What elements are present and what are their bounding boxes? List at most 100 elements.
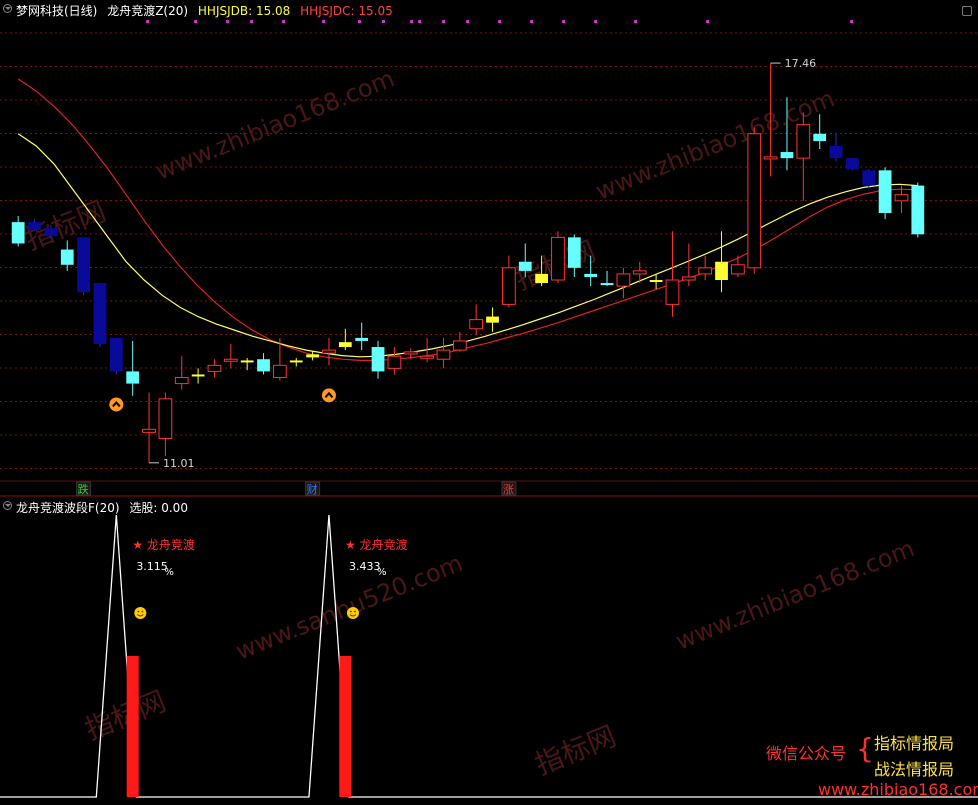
candle-body bbox=[420, 355, 434, 359]
price-min-label: 11.01 bbox=[163, 457, 195, 470]
candle bbox=[829, 133, 843, 162]
signal-unit: % bbox=[164, 567, 174, 578]
candle-body bbox=[223, 358, 238, 362]
stock-title: 梦网科技(日线) bbox=[16, 4, 98, 18]
candle bbox=[109, 337, 123, 375]
candle-body bbox=[846, 158, 859, 170]
top-dot bbox=[250, 20, 253, 23]
wechat-label: 微信公众号 bbox=[766, 744, 847, 763]
candle bbox=[142, 392, 156, 463]
brace-glyph: { bbox=[856, 732, 874, 765]
candle bbox=[486, 307, 499, 332]
candle-body bbox=[698, 267, 713, 275]
candle-body bbox=[911, 185, 925, 235]
candle bbox=[207, 359, 222, 378]
sub-header: 龙舟竞渡波段F(20) 选股: 0.00 bbox=[16, 499, 194, 516]
top-dot bbox=[706, 20, 709, 23]
candle bbox=[174, 356, 189, 390]
candle-body bbox=[535, 273, 548, 284]
smiley-eye bbox=[141, 610, 144, 613]
candle bbox=[257, 353, 270, 375]
candle-body bbox=[486, 316, 499, 323]
candle-body bbox=[813, 133, 827, 142]
candle-body bbox=[518, 261, 532, 271]
watermark-text: 指标网 bbox=[530, 719, 620, 781]
candle bbox=[715, 231, 728, 293]
candle-body bbox=[649, 280, 663, 283]
collapse-sub-icon[interactable] bbox=[3, 501, 12, 510]
signal-unit: % bbox=[377, 567, 387, 578]
top-dot bbox=[382, 20, 385, 23]
top-dot bbox=[594, 20, 597, 23]
candle-body bbox=[681, 276, 696, 281]
candle-body bbox=[142, 428, 156, 433]
candle-body bbox=[257, 359, 270, 372]
candle bbox=[223, 343, 238, 369]
candle-body bbox=[780, 152, 794, 159]
ma-yellow-line bbox=[17, 133, 918, 358]
top-dot bbox=[282, 20, 285, 23]
candle bbox=[338, 328, 352, 351]
candle bbox=[731, 255, 745, 277]
candle bbox=[191, 368, 205, 384]
candle bbox=[355, 322, 369, 351]
signal-label: ★ 龙舟竞渡 bbox=[132, 537, 195, 552]
indicator-name: 龙舟竞渡Z(20) bbox=[107, 4, 189, 18]
candle-body bbox=[452, 340, 467, 351]
top-dot bbox=[322, 20, 325, 23]
candle-body bbox=[763, 156, 778, 160]
candle-body bbox=[747, 133, 762, 269]
candle-body bbox=[469, 319, 484, 330]
top-dot bbox=[850, 20, 853, 23]
candle-body bbox=[60, 249, 74, 265]
candle bbox=[796, 112, 811, 201]
candle bbox=[698, 255, 713, 281]
top-dot bbox=[498, 20, 501, 23]
candle-body bbox=[126, 371, 140, 384]
top-dot bbox=[410, 20, 413, 23]
smiley-eye bbox=[137, 610, 140, 613]
watermark-text: 指标网 bbox=[80, 684, 170, 746]
candle-body bbox=[632, 270, 647, 275]
candle-body bbox=[731, 264, 745, 275]
candle bbox=[387, 347, 402, 375]
candle-body bbox=[665, 279, 680, 305]
chart-stage[interactable]: www.zhibiao168.com www.zhibiao168.com www.… bbox=[0, 0, 978, 805]
candle bbox=[911, 182, 925, 238]
candle bbox=[322, 337, 336, 366]
main-header: 梦网科技(日线) 龙舟竞渡Z(20) HHJSJDB: 15.08 HHJSJD… bbox=[16, 2, 399, 19]
candle-body bbox=[436, 349, 451, 360]
candle bbox=[551, 231, 565, 284]
candle-body bbox=[355, 337, 369, 341]
top-dot bbox=[634, 20, 637, 23]
candle bbox=[846, 158, 859, 171]
candle-body bbox=[894, 194, 909, 202]
candle-body bbox=[44, 228, 58, 237]
top-dot bbox=[146, 20, 149, 23]
up-arrow-icon bbox=[109, 397, 124, 412]
main-price-chart[interactable]: www.zhibiao168.com www.zhibiao168.comwww.… bbox=[0, 0, 978, 805]
top-dot bbox=[418, 20, 421, 23]
window-toggle-icon[interactable] bbox=[962, 6, 972, 16]
candle-body bbox=[829, 145, 843, 159]
wx-name-1: 指标情报局 bbox=[874, 734, 955, 753]
sub-indicator-name: 龙舟竞渡波段F(20) bbox=[16, 501, 120, 515]
candle-body bbox=[584, 273, 598, 277]
top-dot bbox=[466, 20, 469, 23]
candle-body bbox=[502, 267, 516, 305]
signal-value: 3.433 bbox=[349, 560, 381, 573]
candle-body bbox=[11, 222, 25, 244]
candle bbox=[747, 127, 762, 274]
candle-body bbox=[93, 283, 107, 344]
candle bbox=[502, 255, 516, 308]
smiley-eye bbox=[350, 610, 352, 613]
top-dot bbox=[562, 20, 565, 23]
price-max-label: 17.46 bbox=[785, 57, 817, 70]
candle bbox=[371, 340, 385, 379]
select-label: 选股: 0.00 bbox=[129, 501, 188, 515]
candle-body bbox=[715, 261, 728, 281]
signal-bar bbox=[339, 656, 352, 797]
collapse-main-icon[interactable] bbox=[3, 4, 12, 13]
top-dot bbox=[530, 20, 533, 23]
candle bbox=[60, 240, 74, 271]
